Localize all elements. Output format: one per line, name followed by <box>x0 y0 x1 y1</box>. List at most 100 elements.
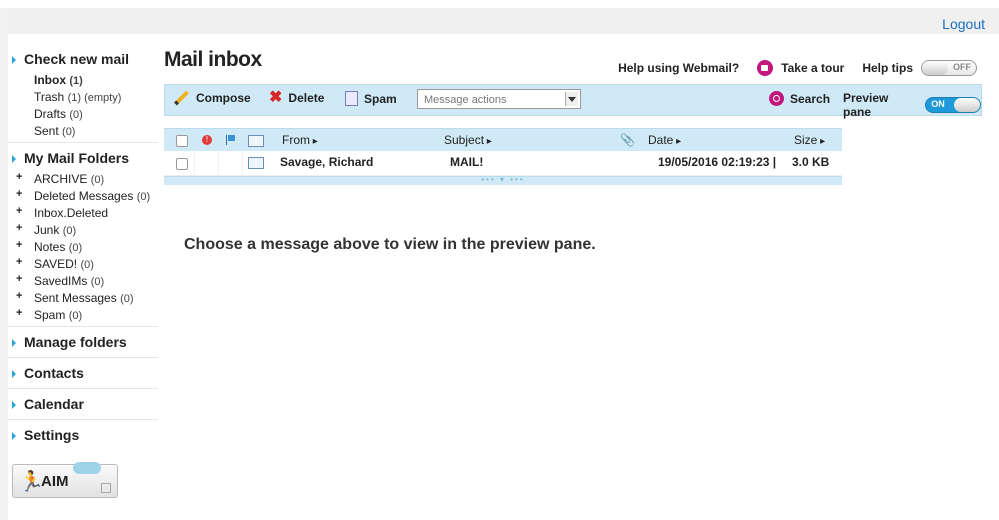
toggle-knob <box>954 98 980 112</box>
compose-label: Compose <box>196 91 251 105</box>
mailbox-count: (1) <box>69 75 83 87</box>
message-row[interactable]: Savage, Richard MAIL! 19/05/2016 02:19:2… <box>164 151 842 176</box>
flag-icon[interactable] <box>226 135 235 145</box>
preview-pane-splitter[interactable]: ••• ▾ ••• <box>164 176 842 185</box>
spam-trash-icon <box>345 91 358 106</box>
folder-savedims[interactable]: + SavedIMs (0) <box>8 273 158 290</box>
folder-archive[interactable]: + ARCHIVE (0) <box>8 171 158 188</box>
search-button[interactable]: Search <box>769 91 830 106</box>
aim-label: AIM <box>41 473 69 490</box>
folder-label: Sent Messages <box>34 291 117 305</box>
folder-label: Inbox.Deleted <box>34 206 109 220</box>
message-actions-placeholder: Message actions <box>424 94 507 106</box>
divider <box>8 419 158 420</box>
mailbox-count: (1) (empty) <box>67 92 122 104</box>
column-separator <box>218 151 219 175</box>
message-actions-select[interactable]: Message actions <box>417 89 581 109</box>
expand-plus-icon[interactable]: + <box>16 205 22 217</box>
spam-label: Spam <box>364 91 397 106</box>
mailbox-label: Sent <box>34 124 59 138</box>
folder-count: (0) <box>136 191 151 203</box>
expand-plus-icon[interactable]: + <box>16 290 22 302</box>
pencil-icon <box>174 90 189 106</box>
header-strip <box>8 8 999 34</box>
folder-saved[interactable]: + SAVED! (0) <box>8 256 158 273</box>
unread-envelope-icon <box>248 157 264 169</box>
mailbox-label: Drafts <box>34 107 67 121</box>
check-new-mail-link[interactable]: Check new mail <box>8 46 158 72</box>
delete-label: Delete <box>288 91 325 105</box>
search-label: Search <box>790 91 831 106</box>
expand-plus-icon[interactable]: + <box>16 222 22 234</box>
size-column-header[interactable]: Size <box>794 133 825 147</box>
divider <box>8 388 158 389</box>
calendar-link[interactable]: Calendar <box>8 391 158 417</box>
divider <box>8 142 158 143</box>
preview-pane-label: Preview pane <box>843 91 889 119</box>
subject-column-header[interactable]: Subject <box>444 133 492 147</box>
priority-icon[interactable]: ! <box>202 135 212 145</box>
folder-inbox-deleted[interactable]: + Inbox.Deleted <box>8 205 158 222</box>
top-bar <box>0 0 999 8</box>
my-mail-folders-heading[interactable]: My Mail Folders <box>8 145 158 171</box>
take-tour-link[interactable]: Take a tour <box>781 61 844 75</box>
mailbox-drafts[interactable]: Drafts (0) <box>8 106 158 123</box>
folder-label: ARCHIVE <box>34 172 88 186</box>
from-column-header[interactable]: From <box>282 133 318 147</box>
attachment-paperclip-icon[interactable]: 📎 <box>620 133 635 147</box>
expand-plus-icon[interactable]: + <box>16 188 22 200</box>
webmail-page: Logout Check new mail Inbox (1) Trash (1… <box>8 8 999 520</box>
expand-plus-icon[interactable]: + <box>16 239 22 251</box>
mailbox-count: (0) <box>62 126 76 138</box>
mailbox-trash[interactable]: Trash (1) (empty) <box>8 89 158 106</box>
message-subject[interactable]: MAIL! <box>450 155 483 169</box>
expand-plus-icon[interactable]: + <box>16 256 22 268</box>
message-from[interactable]: Savage, Richard <box>280 155 373 169</box>
contacts-link[interactable]: Contacts <box>8 360 158 386</box>
dropdown-arrow-icon[interactable] <box>565 92 578 106</box>
mailbox-inbox[interactable]: Inbox (1) <box>8 72 158 89</box>
video-camera-icon[interactable] <box>757 60 774 76</box>
read-status-envelope-icon[interactable] <box>248 135 264 147</box>
folder-count: (0) <box>90 276 105 288</box>
folder-count: (0) <box>90 174 105 186</box>
expand-plus-icon[interactable]: + <box>16 273 22 285</box>
divider <box>8 326 158 327</box>
delete-button[interactable]: ✖ Delete <box>269 90 325 106</box>
mailbox-label: Trash <box>34 90 65 104</box>
folder-junk[interactable]: + Junk (0) <box>8 222 158 239</box>
toggle-state: OFF <box>953 62 971 72</box>
divider <box>8 357 158 358</box>
date-column-header[interactable]: Date <box>648 133 681 147</box>
search-icon <box>769 91 784 106</box>
settings-link[interactable]: Settings <box>8 422 158 448</box>
aim-button[interactable]: 🏃 AIM <box>12 462 118 498</box>
expand-plus-icon[interactable]: + <box>16 307 22 319</box>
help-webmail-link[interactable]: Help using Webmail? <box>618 61 739 75</box>
manage-folders-link[interactable]: Manage folders <box>8 329 158 355</box>
folder-label: SavedIMs <box>34 274 88 288</box>
folder-notes[interactable]: + Notes (0) <box>8 239 158 256</box>
folder-deleted-messages[interactable]: + Deleted Messages (0) <box>8 188 158 205</box>
folder-count: (0) <box>68 242 83 254</box>
folder-label: Notes <box>34 240 66 254</box>
expand-plus-icon[interactable]: + <box>16 171 22 183</box>
folder-spam[interactable]: + Spam (0) <box>8 307 158 324</box>
preview-pane-placeholder: Choose a message above to view in the pr… <box>184 236 596 253</box>
message-checkbox[interactable] <box>176 158 188 170</box>
select-all-checkbox[interactable] <box>176 135 188 147</box>
folder-sent-messages[interactable]: + Sent Messages (0) <box>8 290 158 307</box>
message-size: 3.0 KB <box>792 155 830 169</box>
mailbox-sent[interactable]: Sent (0) <box>8 123 158 140</box>
message-date[interactable]: 19/05/2016 02:19:23 | <box>658 155 776 169</box>
preview-pane-toggle[interactable]: ON <box>925 97 981 113</box>
folder-label: SAVED! <box>34 257 78 271</box>
help-tips-toggle[interactable]: OFF <box>921 60 977 76</box>
page-title: Mail inbox <box>164 48 262 71</box>
message-toolbar: Compose ✖ Delete Spam Message actions Se… <box>164 84 982 119</box>
mailbox-label: Inbox <box>34 73 66 87</box>
mailbox-count: (0) <box>69 109 83 121</box>
logout-link[interactable]: Logout <box>942 16 985 32</box>
compose-button[interactable]: Compose <box>173 90 251 106</box>
spam-button[interactable]: Spam <box>345 91 397 106</box>
